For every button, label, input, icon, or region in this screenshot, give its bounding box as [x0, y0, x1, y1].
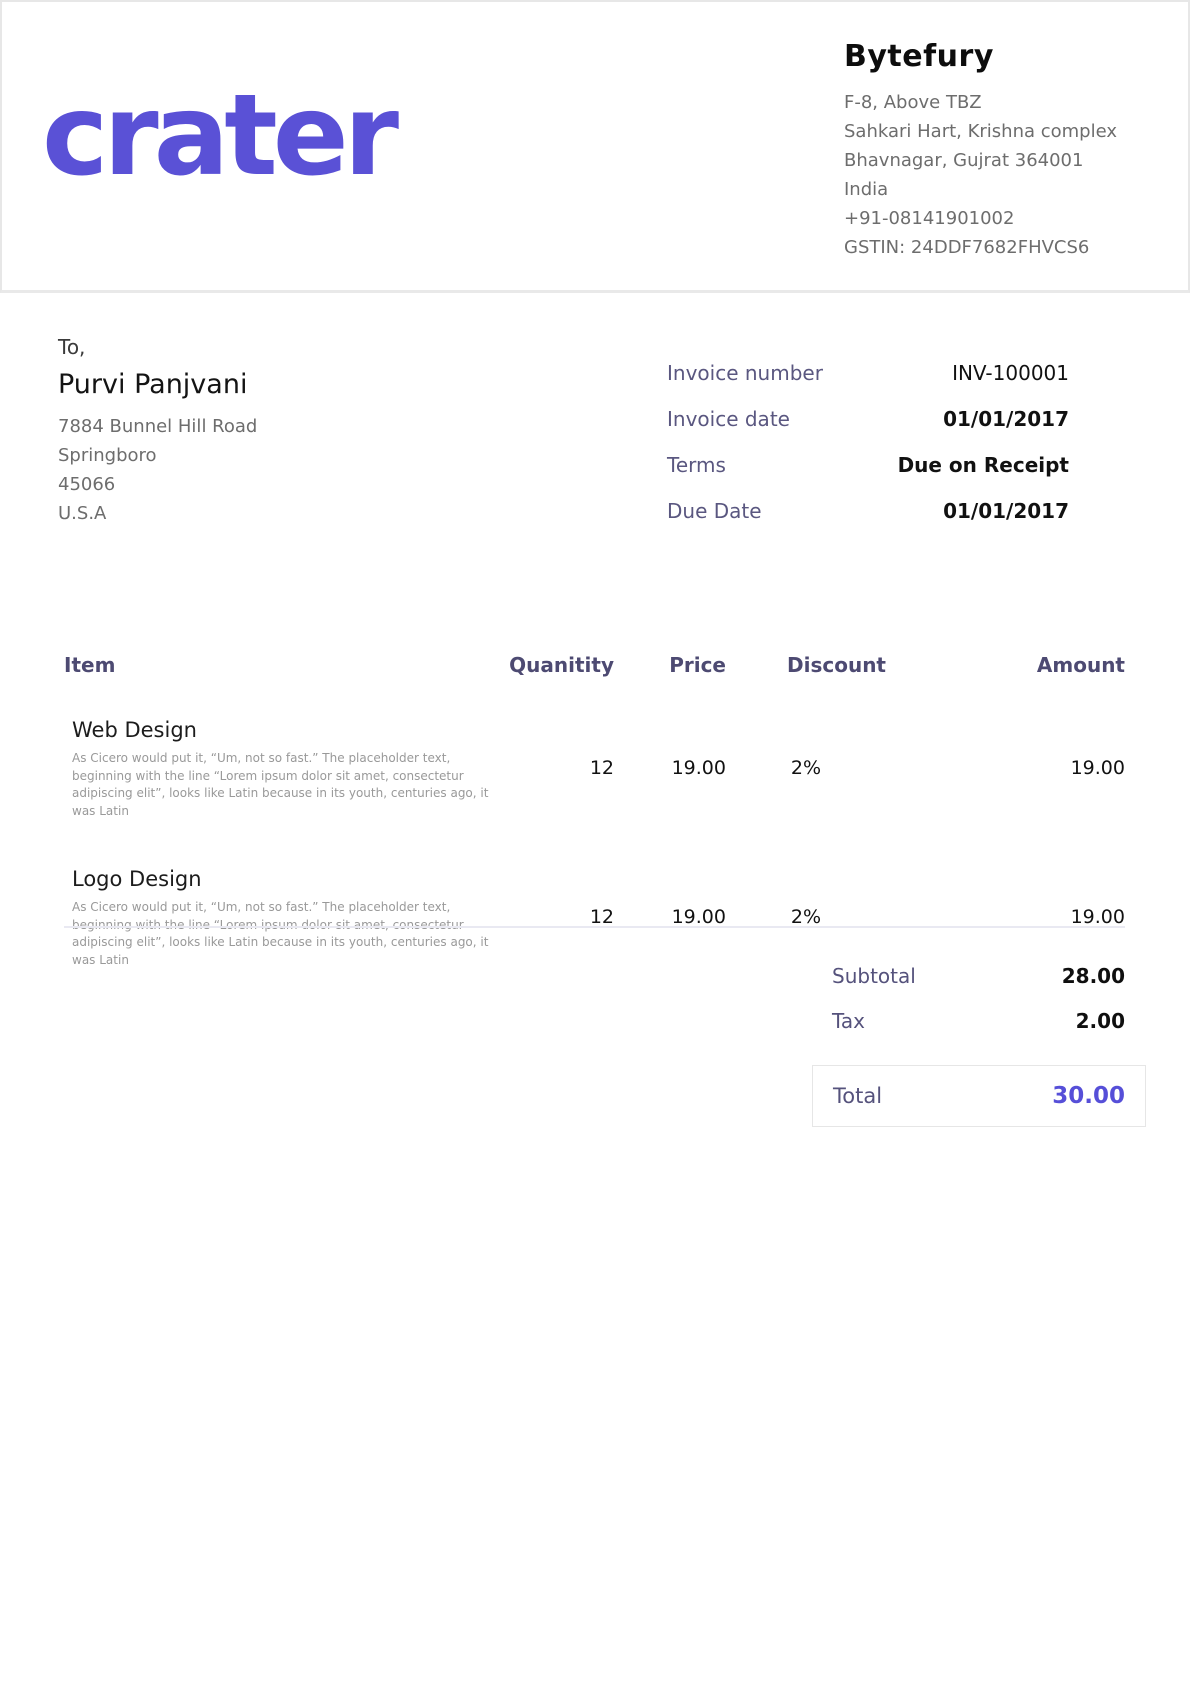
item-discount: 2% [726, 757, 886, 779]
customer-address-line: 7884 Bunnel Hill Road [58, 412, 257, 441]
column-header-discount: Discount [726, 645, 886, 685]
invoice-number-row: Invoice number INV-100001 [667, 350, 1069, 396]
items-table: Item Quanitity Price Discount Amount Web… [64, 645, 1125, 983]
item-cell: Web Design As Cicero would put it, “Um, … [64, 715, 504, 820]
invoice-meta: Invoice number INV-100001 Invoice date 0… [667, 350, 1069, 534]
item-description: As Cicero would put it, “Um, not so fast… [72, 899, 504, 969]
item-cell: Logo Design As Cicero would put it, “Um,… [64, 864, 504, 969]
due-date-value: 01/01/2017 [943, 499, 1069, 523]
subtotal-row: Subtotal 28.00 [812, 953, 1146, 998]
total-label: Total [833, 1084, 882, 1108]
company-info: Bytefury F-8, Above TBZ Sahkari Hart, Kr… [844, 36, 1117, 262]
customer-address-line: U.S.A [58, 499, 257, 528]
totals-section: Subtotal 28.00 Tax 2.00 Total 30.00 [812, 953, 1146, 1127]
due-date-label: Due Date [667, 499, 762, 523]
total-box: Total 30.00 [812, 1065, 1146, 1127]
invoice-header: crater Bytefury F-8, Above TBZ Sahkari H… [0, 0, 1190, 293]
invoice-page: crater Bytefury F-8, Above TBZ Sahkari H… [0, 0, 1190, 1684]
item-discount: 2% [726, 906, 886, 928]
item-name: Web Design [72, 715, 504, 745]
company-address-line: India [844, 175, 1117, 204]
table-row: Web Design As Cicero would put it, “Um, … [64, 709, 1125, 834]
customer-address-line: 45066 [58, 470, 257, 499]
column-header-item: Item [64, 645, 504, 685]
subtotal-label: Subtotal [832, 964, 916, 988]
company-phone: +91-08141901002 [844, 204, 1117, 233]
item-price: 19.00 [614, 906, 726, 928]
company-address-line: Bhavnagar, Gujrat 364001 [844, 146, 1117, 175]
company-address-line: Sahkari Hart, Krishna complex [844, 117, 1117, 146]
item-price: 19.00 [614, 757, 726, 779]
company-address-line: F-8, Above TBZ [844, 88, 1117, 117]
crater-logo: crater [42, 80, 394, 192]
item-quantity: 12 [504, 757, 614, 779]
tax-row: Tax 2.00 [812, 998, 1146, 1043]
invoice-date-label: Invoice date [667, 407, 790, 431]
invoice-date-row: Invoice date 01/01/2017 [667, 396, 1069, 442]
item-amount: 19.00 [886, 906, 1125, 928]
tax-value: 2.00 [1076, 1009, 1125, 1033]
totals-divider [64, 926, 1125, 928]
company-address: F-8, Above TBZ Sahkari Hart, Krishna com… [844, 88, 1117, 262]
terms-label: Terms [667, 453, 726, 477]
company-name: Bytefury [844, 36, 1117, 78]
invoice-number-label: Invoice number [667, 361, 823, 385]
customer-address: 7884 Bunnel Hill Road Springboro 45066 U… [58, 412, 257, 528]
bill-to-label: To, [58, 332, 257, 362]
item-quantity: 12 [504, 906, 614, 928]
item-description: As Cicero would put it, “Um, not so fast… [72, 750, 504, 820]
company-gstin: GSTIN: 24DDF7682FHVCS6 [844, 233, 1117, 262]
bill-to-section: To, Purvi Panjvani 7884 Bunnel Hill Road… [58, 332, 257, 528]
column-header-price: Price [614, 645, 726, 685]
column-header-amount: Amount [886, 645, 1125, 685]
terms-value: Due on Receipt [898, 453, 1069, 477]
customer-name: Purvi Panjvani [58, 366, 257, 404]
invoice-date-value: 01/01/2017 [943, 407, 1069, 431]
item-name: Logo Design [72, 864, 504, 894]
items-table-header: Item Quanitity Price Discount Amount [64, 645, 1125, 685]
subtotal-value: 28.00 [1062, 964, 1125, 988]
invoice-number-value: INV-100001 [952, 361, 1069, 385]
total-value: 30.00 [1052, 1083, 1125, 1109]
customer-address-line: Springboro [58, 441, 257, 470]
column-header-quantity: Quanitity [504, 645, 614, 685]
due-date-row: Due Date 01/01/2017 [667, 488, 1069, 534]
terms-row: Terms Due on Receipt [667, 442, 1069, 488]
item-amount: 19.00 [886, 757, 1125, 779]
tax-label: Tax [832, 1009, 865, 1033]
